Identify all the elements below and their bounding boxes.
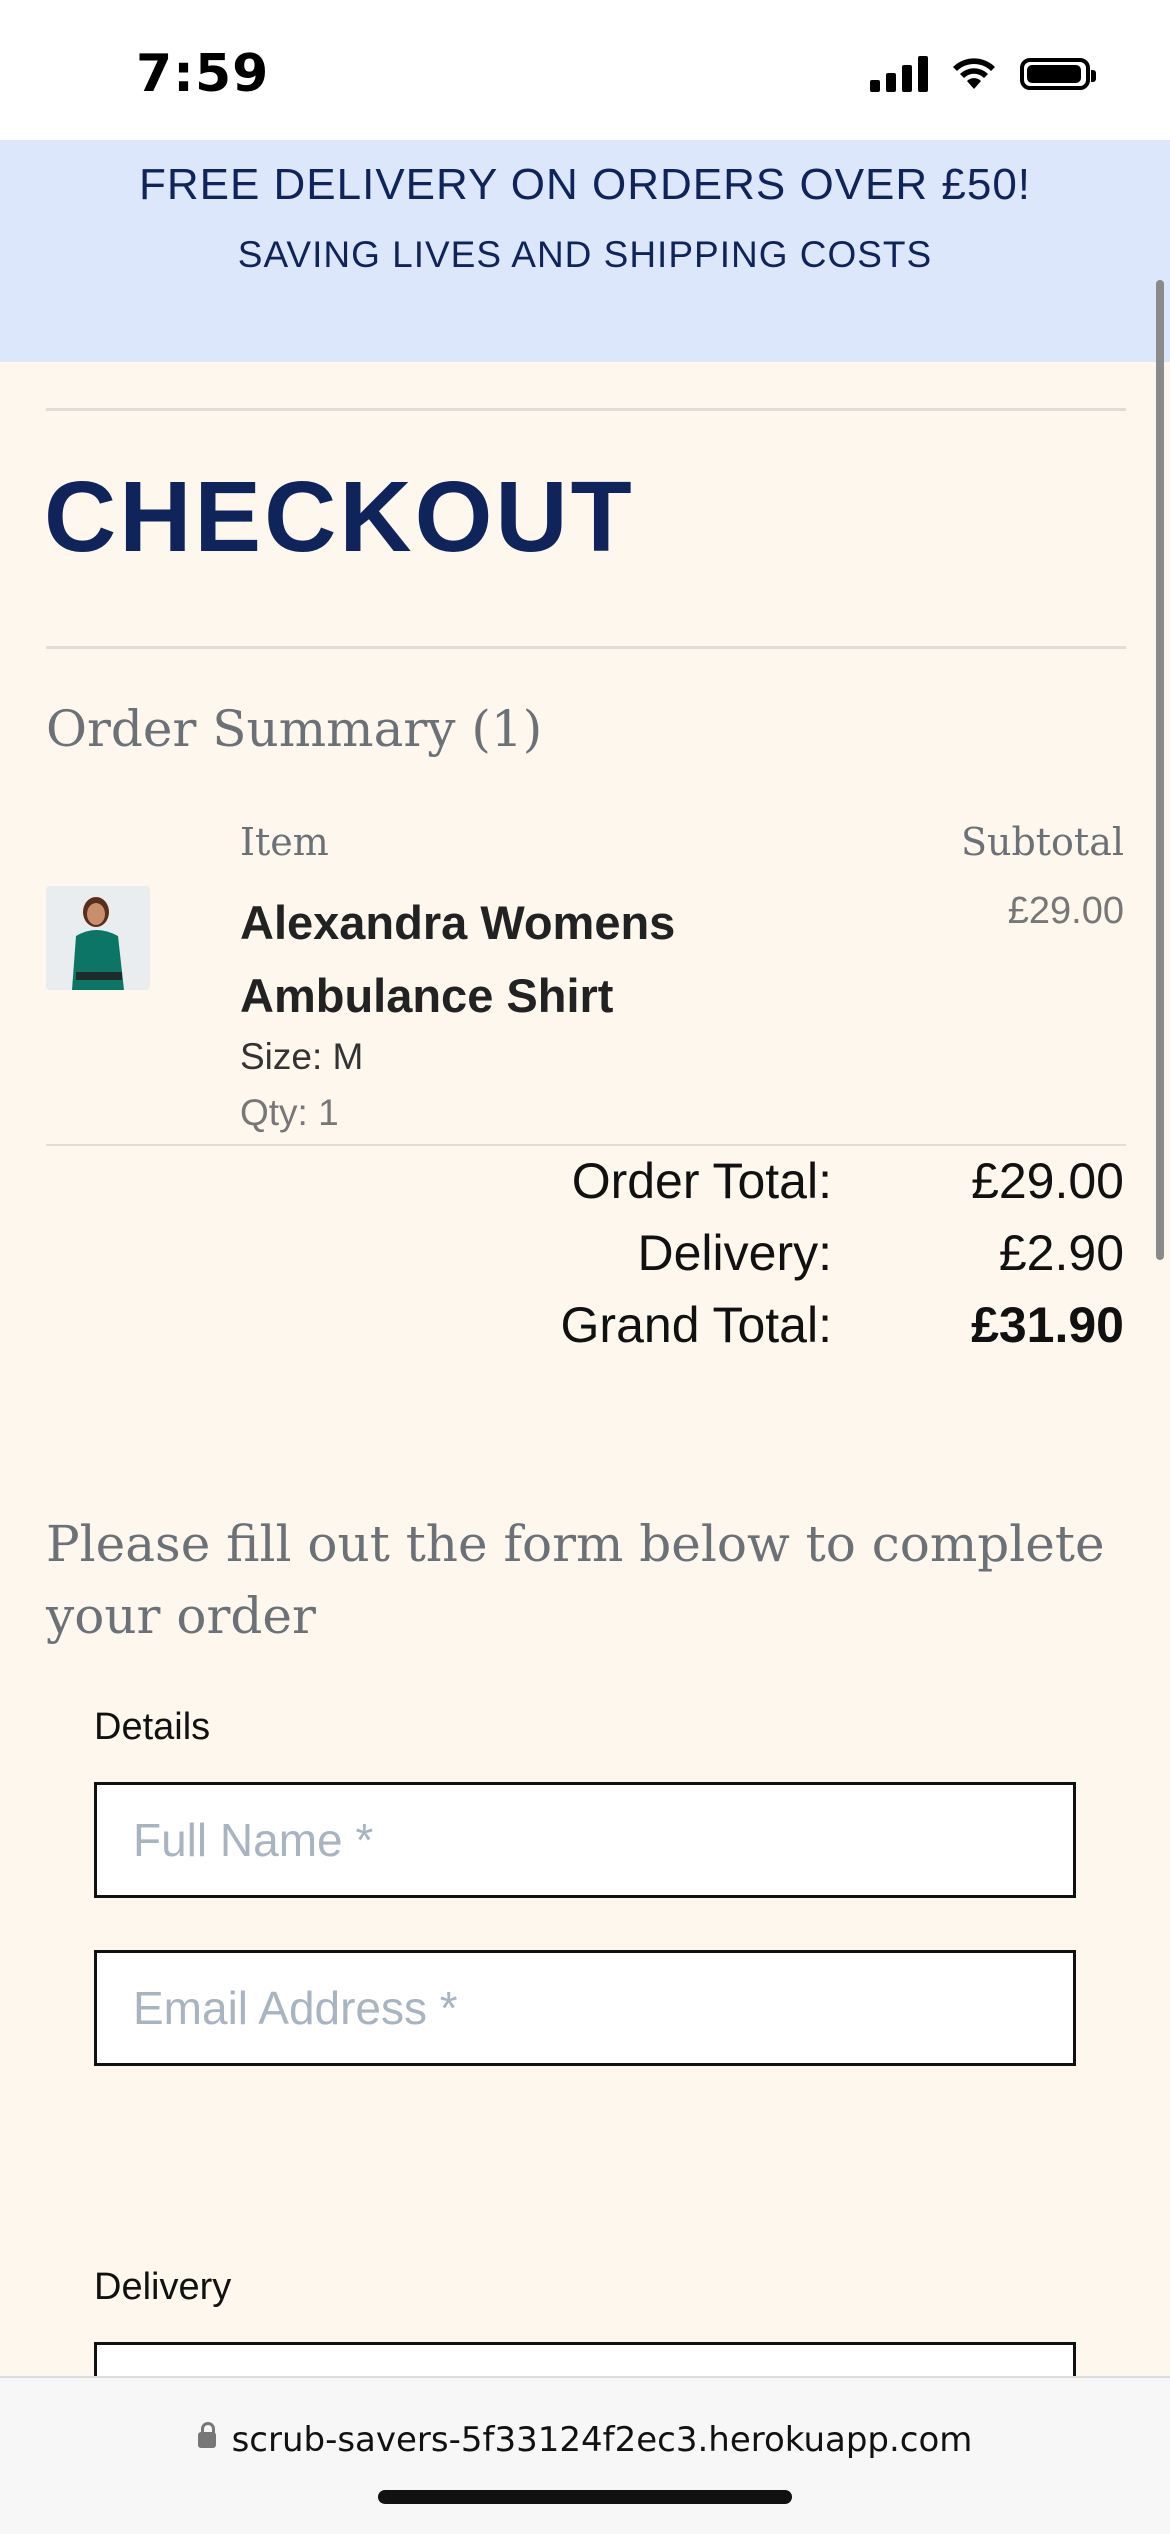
delivery-row: Delivery: £2.90 — [0, 1224, 1170, 1294]
promo-subtitle: SAVING LIVES AND SHIPPING COSTS — [237, 234, 933, 275]
page-scrollbar[interactable] — [1156, 280, 1164, 1260]
grand-total-label: Grand Total: — [560, 1297, 832, 1353]
product-thumbnail[interactable] — [46, 886, 150, 990]
divider — [46, 646, 1126, 649]
delivery-value: £2.90 — [998, 1225, 1124, 1281]
lock-icon — [197, 2421, 216, 2448]
product-qty: Qty: 1 — [240, 1092, 339, 1133]
url-text[interactable]: scrub-savers-5f33124f2ec3.herokuapp.com — [232, 2420, 973, 2460]
promo-title: FREE DELIVERY ON ORDERS OVER £50! — [138, 160, 1032, 209]
details-label: Details — [94, 1706, 211, 1748]
order-summary-heading: Order Summary (1) — [46, 700, 543, 758]
product-subtotal: £29.00 — [1007, 890, 1124, 932]
url-row[interactable]: scrub-savers-5f33124f2ec3.herokuapp.com — [0, 2420, 1170, 2460]
home-indicator[interactable] — [378, 2490, 792, 2504]
divider — [46, 408, 1126, 411]
full-name-input[interactable] — [94, 1782, 1076, 1898]
promo-banner[interactable]: FREE DELIVERY ON ORDERS OVER £50! SAVING… — [0, 140, 1170, 362]
grand-total-value: £31.90 — [971, 1297, 1124, 1353]
email-address-input[interactable] — [94, 1950, 1076, 2066]
subtotal-column-header: Subtotal — [960, 820, 1124, 864]
order-total-label: Order Total: — [571, 1153, 832, 1209]
product-size: Size: M — [240, 1036, 364, 1077]
order-total-value: £29.00 — [971, 1153, 1124, 1209]
delivery-section-label: Delivery — [94, 2266, 232, 2308]
battery-icon — [1020, 58, 1096, 90]
item-column-header: Item — [240, 820, 329, 864]
status-icons — [870, 56, 1096, 92]
status-time: 7:59 — [136, 44, 270, 104]
cellular-signal-icon — [870, 56, 928, 92]
delivery-label: Delivery: — [637, 1225, 832, 1281]
browser-address-bar[interactable]: scrub-savers-5f33124f2ec3.herokuapp.com — [0, 2376, 1170, 2534]
status-bar: 7:59 — [0, 0, 1170, 140]
grand-total-row: Grand Total: £31.90 — [0, 1296, 1170, 1366]
form-intro: Please fill out the form below to comple… — [46, 1515, 1105, 1645]
divider — [46, 1144, 1126, 1146]
order-total-row: Order Total: £29.00 — [0, 1152, 1170, 1222]
wifi-icon — [953, 58, 995, 89]
product-name[interactable]: Alexandra Womens Ambulance Shirt — [240, 886, 820, 1032]
page-title: CHECKOUT — [44, 461, 635, 573]
